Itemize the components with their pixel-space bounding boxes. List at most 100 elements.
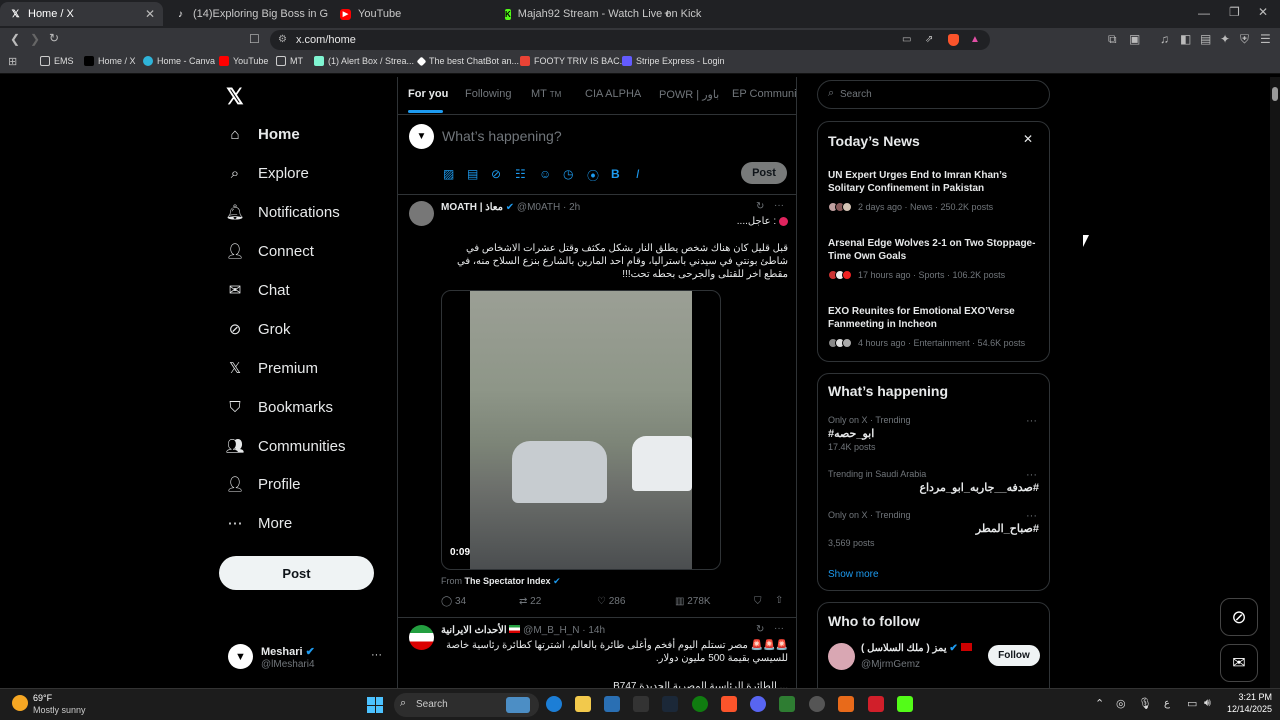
clock[interactable]: 3:21 PM 12/14/2025 <box>1224 692 1272 714</box>
edge-icon[interactable] <box>546 696 562 712</box>
app-tray-icon[interactable]: ◎ <box>1116 697 1126 710</box>
gif-icon[interactable]: ▤ <box>467 167 478 181</box>
kick-icon[interactable] <box>897 696 913 712</box>
italic-icon[interactable]: I <box>636 167 639 181</box>
like-button[interactable]: ♡ 286 <box>597 596 625 607</box>
brave-icon[interactable] <box>721 696 737 712</box>
close-icon[interactable]: ✕ <box>1023 132 1033 146</box>
site-info-icon[interactable]: ⚙ <box>278 30 287 50</box>
search-input[interactable]: ⌕ Search <box>817 80 1050 109</box>
nvidia-icon[interactable] <box>779 696 795 712</box>
tweet-author[interactable]: الأحداث الايرانية <box>441 625 507 636</box>
bookmark-item[interactable]: MT <box>276 56 303 66</box>
new-tab-icon[interactable]: + <box>664 6 671 20</box>
tab-kick[interactable]: K Majah92 Stream - Watch Live on Kick <box>495 2 701 26</box>
leo-icon[interactable]: ✦ <box>1220 32 1230 46</box>
steam-icon[interactable] <box>662 696 678 712</box>
tab-for-you[interactable]: For you <box>408 88 448 100</box>
bookmark-item[interactable]: YouTube <box>219 56 268 66</box>
tweet-more-icon[interactable]: ··· <box>774 200 784 211</box>
bookmark-item[interactable]: (1) Alert Box / Strea... <box>314 56 414 66</box>
close-tab-icon[interactable]: ✕ <box>145 7 155 21</box>
trend-more-icon[interactable]: ··· <box>1026 415 1037 427</box>
trend-more-icon[interactable]: ··· <box>1026 469 1037 481</box>
nav-profile[interactable]: 👤︎ Profile <box>225 475 300 494</box>
discord-icon[interactable] <box>750 696 766 712</box>
bookmark-page-icon[interactable]: ☐ <box>249 32 260 46</box>
image-icon[interactable]: ▨ <box>443 167 454 181</box>
nav-home[interactable]: ⌂ Home <box>226 125 299 143</box>
nav-more[interactable]: ⋯ More <box>226 514 293 533</box>
xbox-icon[interactable] <box>692 696 708 712</box>
brave-rewards-icon[interactable]: ▲ <box>970 30 980 50</box>
page-scrollbar[interactable] <box>1270 77 1280 688</box>
language-indicator[interactable]: ع <box>1164 698 1170 709</box>
microphone-icon[interactable]: 🎙︎ <box>1138 697 1152 710</box>
tab-search-icon[interactable]: ▤ <box>1200 32 1211 46</box>
tweet-author[interactable]: MOATH | معاذ <box>441 202 503 213</box>
nav-bookmarks[interactable]: ⛉ Bookmarks <box>226 398 333 416</box>
chevron-up-icon[interactable]: ⌃ <box>1095 697 1104 710</box>
grok-icon[interactable]: ↻ <box>756 201 764 212</box>
media-icon[interactable]: ♫ <box>1160 32 1169 46</box>
app-icon[interactable] <box>809 696 825 712</box>
tab-ep-community[interactable]: EP Communit <box>732 88 796 100</box>
views-button[interactable]: ▥ 278K <box>675 596 711 607</box>
reply-button[interactable]: ◯ 34 <box>441 596 466 607</box>
share-icon[interactable]: ⇗ <box>925 30 933 50</box>
bookmark-item[interactable]: Home / X <box>84 56 136 66</box>
brave-shield-icon[interactable] <box>948 34 959 46</box>
emoji-icon[interactable]: ☺ <box>539 167 551 181</box>
account-more-icon[interactable]: ··· <box>371 649 382 661</box>
apps-grid-icon[interactable]: ⊞ <box>8 55 17 68</box>
nav-connect[interactable]: 👤︎ Connect <box>225 242 313 261</box>
tweet-video[interactable]: 0:09 <box>441 290 721 570</box>
location-icon[interactable]: ⦿ <box>587 167 599 184</box>
tweet[interactable]: MOATH | معاذ ✔ @M0ATH · 2h ↻ ··· : عاجل.… <box>398 195 796 617</box>
bold-icon[interactable]: B <box>611 167 620 181</box>
file-explorer-icon[interactable] <box>575 696 591 712</box>
menu-icon[interactable]: ☰ <box>1260 32 1271 46</box>
post-button[interactable]: Post <box>219 556 374 590</box>
scrollbar-thumb[interactable] <box>1272 87 1278 101</box>
bookmark-item[interactable]: EMS <box>40 56 74 66</box>
url-field[interactable]: ⚙ x.com/home ▭ ⇗ ▲ <box>270 30 990 50</box>
volume-icon[interactable]: 🔊︎ <box>1204 697 1211 710</box>
reload-icon[interactable]: ↻ <box>49 31 59 45</box>
nav-grok[interactable]: ⊘ Grok <box>226 320 291 339</box>
store-icon[interactable] <box>604 696 620 712</box>
avatar[interactable] <box>828 643 855 670</box>
composer-input[interactable]: What’s happening? <box>442 128 562 144</box>
nav-premium[interactable]: 𝕏 Premium <box>226 359 318 378</box>
maximize-icon[interactable]: ❐ <box>1229 5 1240 19</box>
app-icon[interactable] <box>838 696 854 712</box>
schedule-icon[interactable]: ◷ <box>563 167 573 181</box>
close-window-icon[interactable]: ✕ <box>1258 5 1268 19</box>
extensions-icon[interactable]: ⧉ <box>1108 32 1117 47</box>
video-source[interactable]: From The Spectator Index ✔ <box>441 576 561 587</box>
grok-icon[interactable]: ⊘ <box>491 167 501 181</box>
bookmark-item[interactable]: FOOTY TRIV IS BAC... <box>520 56 627 66</box>
bookmark-item[interactable]: Home - Canva <box>143 56 215 66</box>
tweet-avatar[interactable] <box>409 625 434 650</box>
sidebar-icon[interactable]: ◧ <box>1180 32 1191 46</box>
nav-chat[interactable]: ✉︎ Chat <box>226 281 290 300</box>
tab-youtube[interactable]: ▶ YouTube <box>330 2 493 26</box>
app-icon[interactable] <box>868 696 884 712</box>
messages-button[interactable]: ✉ <box>1220 644 1258 682</box>
minimize-icon[interactable]: — <box>1198 6 1210 20</box>
tab-mt[interactable]: MT TM <box>531 88 561 100</box>
back-icon[interactable]: ❮ <box>10 32 20 46</box>
nav-explore[interactable]: ⌕ Explore <box>226 164 309 182</box>
nav-communities[interactable]: 👥︎ Communities <box>225 437 345 456</box>
grok-icon[interactable]: ↻ <box>756 624 764 635</box>
tab-tiktok[interactable]: ♪ (14)Exploring Big Boss in Grand 5: A <box>165 2 328 26</box>
grok-button[interactable]: ⊘ <box>1220 598 1258 636</box>
bookmark-item[interactable]: Stripe Express - Login <box>622 56 725 66</box>
tweet[interactable]: الأحداث الايرانية @M_B_H_N · 14h ↻ ··· 🚨… <box>398 618 796 688</box>
monitor-icon[interactable]: ▭ <box>1187 697 1197 710</box>
follow-button[interactable]: Follow <box>988 645 1040 666</box>
account-switcher[interactable]: ▼ Meshari ✔ @lMeshari4 ··· <box>228 644 388 676</box>
wallet-icon[interactable]: ▣ <box>1129 32 1140 46</box>
bookmark-item[interactable]: The best ChatBot an... <box>416 56 519 66</box>
